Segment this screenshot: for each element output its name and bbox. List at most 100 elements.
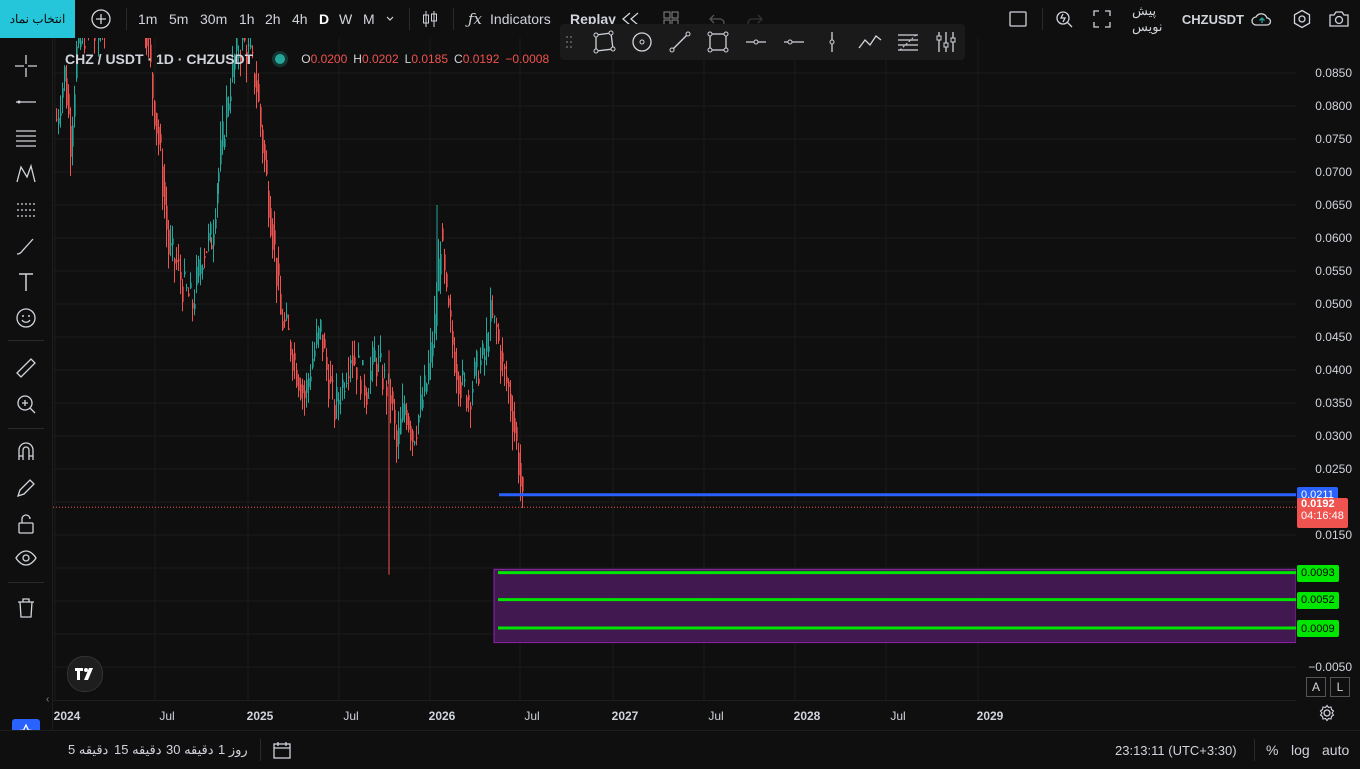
visibility-tool[interactable] [12,544,40,572]
range-5-min[interactable]: 5 دقیقه [68,731,108,769]
price-tick-label: 0.0600 [1315,231,1352,245]
circle-tool[interactable] [628,28,656,56]
candle-body [404,404,406,416]
price-tick-label: 0.0500 [1315,297,1352,311]
interval-4h[interactable]: 4h [292,0,312,38]
cloud-save-button[interactable] [1250,0,1276,38]
fib-retracement-tool[interactable] [894,28,922,56]
trend-line-tool[interactable] [12,88,40,116]
range-30-min[interactable]: 30 دقیقه [166,731,214,769]
price-tick-label: 0.0550 [1315,264,1352,278]
lock-tool[interactable] [12,510,40,538]
collapse-arrow-icon[interactable]: ‹ [46,694,49,705]
log-toggle[interactable]: log [1291,731,1310,769]
candle-body [224,138,226,148]
candle-body [236,38,238,51]
interval-dropdown[interactable] [385,0,397,38]
horizontal-line-tool[interactable] [780,28,808,56]
candle-body [316,332,318,345]
candle-body [70,125,72,157]
range-1-day[interactable]: 1 روز [218,731,248,769]
fib-tool[interactable] [12,124,40,152]
zoom-tool[interactable] [12,390,40,418]
settings-button[interactable] [1292,0,1316,38]
interval-m[interactable]: M [363,0,377,38]
interval-5m[interactable]: 5m [169,0,193,38]
emoji-tool[interactable] [12,304,40,332]
candle-body [520,462,522,487]
candle-body [184,271,186,275]
candle-body [272,224,274,250]
goto-date-button[interactable] [272,731,292,769]
candle-body [492,313,494,315]
chart-name[interactable]: پیش نویس CHZUSDT [1132,0,1244,38]
candle-body [318,327,320,340]
auto-toggle[interactable]: auto [1322,731,1349,769]
interval-30m[interactable]: 30m [200,0,230,38]
line-tool[interactable] [666,28,694,56]
candle-body [94,38,96,41]
clock-timezone[interactable]: 23:13:11 (UTC+3:30) [1115,731,1237,769]
candle-body [300,384,302,399]
interval-1m[interactable]: 1m [138,0,162,38]
candle-body [392,391,394,404]
quick-search-button[interactable] [1054,0,1078,38]
drag-handle[interactable] [562,28,576,56]
interval-w[interactable]: W [339,0,353,38]
brush-tool[interactable] [12,232,40,260]
chart-symbol-name: CHZUSDT [1181,11,1244,27]
rectangle-tool[interactable] [704,28,732,56]
path-tool[interactable] [856,28,884,56]
symbol-search-button[interactable]: انتخاب نماد [0,0,75,38]
candle-body [222,121,224,147]
horizontal-line-icon [784,39,804,45]
fullscreen-rect-button[interactable] [1008,0,1032,38]
range-15-min[interactable]: 15 دقیقه [114,731,162,769]
candle-body [312,358,314,368]
zoom-in-icon [17,395,36,414]
ruler-tool[interactable] [12,354,40,382]
interval-2h[interactable]: 2h [265,0,285,38]
candle-body [486,333,488,352]
candle-body [226,97,228,119]
plus-circle-icon [91,9,111,29]
interval-1h[interactable]: 1h [239,0,259,38]
screenshot-button[interactable] [1328,0,1352,38]
drawing-mode-tool[interactable] [12,474,40,502]
vertical-line-tool[interactable] [818,28,846,56]
chart-pane[interactable] [53,38,1296,700]
legend-title[interactable]: CHZ / USDT · 1D · CHZUSDT [65,51,253,67]
time-axis[interactable]: 2024 Jul 2025 Jul 2026 Jul 2027 Jul 2028 Jul 2029 [53,700,1296,731]
price-chart[interactable] [53,38,1296,700]
expand-button[interactable] [1092,0,1116,38]
candle-body [172,238,174,245]
magnet-tool[interactable] [12,438,40,466]
pattern-tool[interactable] [12,160,40,188]
polygon-tool[interactable] [590,28,618,56]
delete-tool[interactable] [12,594,40,622]
tools-settings[interactable] [932,28,960,56]
time-tick-label: Jul [343,709,359,723]
add-symbol-button[interactable] [90,0,116,38]
candle-body [294,352,296,361]
crosshair-tool[interactable] [12,52,40,80]
forecast-tool[interactable] [12,196,40,224]
candle-body [350,360,352,364]
candle-body [84,45,86,49]
candle-body [482,343,484,356]
candle-body [152,73,154,99]
text-tool[interactable] [12,268,40,296]
interval-d[interactable]: D [319,0,331,38]
calendar-icon [273,742,291,759]
indicators-button[interactable]: ƒx Indicators [468,0,560,38]
auto-scale-button[interactable]: A [1306,677,1326,697]
candle-body [242,38,244,41]
chart-type-button[interactable] [420,0,442,38]
log-scale-button[interactable]: L [1330,677,1350,697]
percent-toggle[interactable]: % [1266,731,1278,769]
axis-settings-button[interactable] [1318,704,1336,725]
horizontal-ray-tool[interactable] [742,28,770,56]
time-tick-label: 2024 [53,709,81,723]
layout-name: پیش نویس [1132,3,1163,34]
candle-body [464,379,466,382]
